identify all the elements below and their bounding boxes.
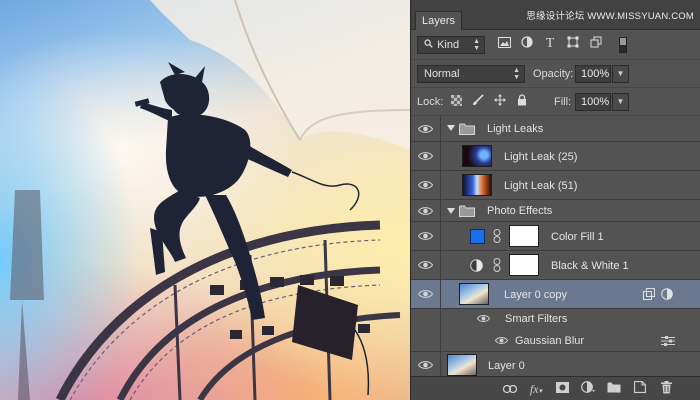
layers-list: Light Leaks Light Leak (25) Light Leak (… (411, 116, 700, 379)
smart-object-badge-icon (643, 288, 655, 303)
blend-row: Normal ▲ ▼ Opacity: 100% ▼ (411, 60, 700, 88)
visibility-eye-icon[interactable] (411, 330, 441, 351)
opacity-label: Opacity: (533, 68, 574, 80)
lock-label: Lock: (417, 96, 444, 108)
layer-row-gaussian-blur[interactable]: Gaussian Blur (411, 330, 700, 352)
type-filter-icon[interactable]: T (541, 35, 559, 53)
layer-name: Layer 0 (488, 360, 525, 372)
image-filter-icon[interactable] (495, 35, 513, 53)
visibility-eye-icon[interactable] (411, 200, 441, 221)
mask-link-icon[interactable] (493, 258, 501, 275)
lock-paint-icon[interactable] (469, 93, 487, 111)
filter-toggle-icon[interactable] (619, 37, 627, 53)
delete-layer-icon[interactable] (657, 381, 675, 397)
filter-row: Kind ▲ ▼ T (411, 30, 700, 60)
tab-layers[interactable]: Layers (415, 11, 463, 30)
layer-name: Color Fill 1 (551, 231, 604, 243)
layer-thumbnail (447, 354, 477, 376)
filter-eye-icon[interactable] (476, 314, 491, 326)
layer-name: Photo Effects (487, 205, 553, 217)
layers-bottom-bar: fx▾ (411, 376, 700, 400)
layer-row-layer-0[interactable]: Layer 0 (411, 352, 700, 379)
blend-mode-select[interactable]: Normal ▲ ▼ (417, 65, 525, 83)
updown-arrows-icon: ▲ ▼ (513, 67, 520, 81)
layers-panel: Layers 思缘设计论坛 WWW.MISSYUAN.COM Kind ▲ ▼ T (410, 0, 700, 400)
panel-tab-bar: Layers 思缘设计论坛 WWW.MISSYUAN.COM (411, 0, 700, 30)
lock-row: Lock: Fill: 100% ▼ (411, 88, 700, 116)
visibility-eye-icon[interactable] (411, 171, 441, 199)
folder-icon (459, 205, 475, 220)
opacity-input[interactable]: 100% (575, 65, 611, 83)
canvas-photo (10, 0, 410, 400)
document-canvas[interactable] (0, 0, 410, 400)
visibility-eye-icon[interactable] (411, 251, 441, 279)
expand-triangle-icon[interactable] (447, 125, 455, 131)
layer-row-layer-0-copy[interactable]: Layer 0 copy (411, 280, 700, 309)
smart-filter-badge-icon (661, 288, 673, 303)
fill-label: Fill: (554, 96, 572, 108)
visibility-eye-icon[interactable] (411, 352, 441, 378)
layer-mask-thumbnail[interactable] (509, 254, 539, 276)
search-icon (424, 37, 434, 53)
visibility-eye-icon[interactable] (411, 280, 441, 308)
adjustment-layer-icon[interactable] (470, 259, 483, 275)
lock-all-icon[interactable] (513, 93, 531, 111)
layer-row-color-fill-1[interactable]: Color Fill 1 (411, 222, 700, 251)
filter-kind-label: Kind (437, 39, 460, 51)
new-adjustment-icon[interactable] (579, 381, 597, 397)
shape-filter-icon[interactable] (564, 35, 582, 53)
layer-row-light-leak-25[interactable]: Light Leak (25) (411, 142, 700, 171)
smart-object-filter-icon[interactable] (587, 35, 605, 53)
layer-name: Smart Filters (505, 313, 568, 325)
layer-thumbnail (459, 283, 489, 305)
folder-icon (459, 123, 475, 138)
lock-move-icon[interactable] (491, 93, 509, 111)
new-layer-icon[interactable] (631, 380, 649, 397)
visibility-eye-icon[interactable] (411, 309, 441, 330)
layer-mask-thumbnail[interactable] (509, 225, 539, 247)
layer-row-smart-filters[interactable]: Smart Filters (411, 309, 700, 330)
layer-name: Light Leak (51) (504, 180, 578, 192)
layer-row-photo-effects[interactable]: Photo Effects (411, 200, 700, 222)
visibility-eye-icon[interactable] (411, 142, 441, 170)
fill-dropdown-button[interactable]: ▼ (612, 93, 629, 111)
fill-input[interactable]: 100% (575, 93, 611, 111)
mask-link-icon[interactable] (493, 229, 501, 246)
light-tower (10, 190, 44, 300)
layer-thumbnail (462, 174, 492, 196)
watermark-text: 思缘设计论坛 WWW.MISSYUAN.COM (526, 11, 694, 22)
opacity-dropdown-button[interactable]: ▼ (612, 65, 629, 83)
lock-transparent-icon[interactable] (447, 93, 465, 111)
adjustment-filter-icon[interactable] (518, 35, 536, 53)
color-fill-swatch[interactable] (470, 229, 485, 244)
visibility-eye-icon[interactable] (411, 116, 441, 141)
blend-mode-value: Normal (424, 68, 460, 80)
link-layers-icon[interactable] (501, 381, 519, 397)
layer-name: Layer 0 copy (504, 289, 567, 301)
blend-options-icon[interactable] (661, 336, 675, 349)
filter-kind-select[interactable]: Kind ▲ ▼ (417, 36, 485, 54)
layer-name: Gaussian Blur (515, 335, 585, 347)
new-group-icon[interactable] (605, 381, 623, 397)
layer-row-black-white-1[interactable]: Black & White 1 (411, 251, 700, 280)
updown-arrows-icon: ▲ ▼ (473, 38, 480, 52)
layer-name: Light Leak (25) (504, 151, 578, 163)
layer-name: Black & White 1 (551, 260, 629, 272)
visibility-eye-icon[interactable] (411, 222, 441, 250)
add-mask-icon[interactable] (553, 381, 571, 397)
fx-icon[interactable]: fx▾ (527, 381, 545, 397)
layer-row-light-leaks[interactable]: Light Leaks (411, 116, 700, 142)
filter-eye-icon[interactable] (494, 336, 509, 348)
layer-row-light-leak-51[interactable]: Light Leak (51) (411, 171, 700, 200)
layer-name: Light Leaks (487, 123, 544, 135)
expand-triangle-icon[interactable] (447, 208, 455, 214)
layer-thumbnail (462, 145, 492, 167)
